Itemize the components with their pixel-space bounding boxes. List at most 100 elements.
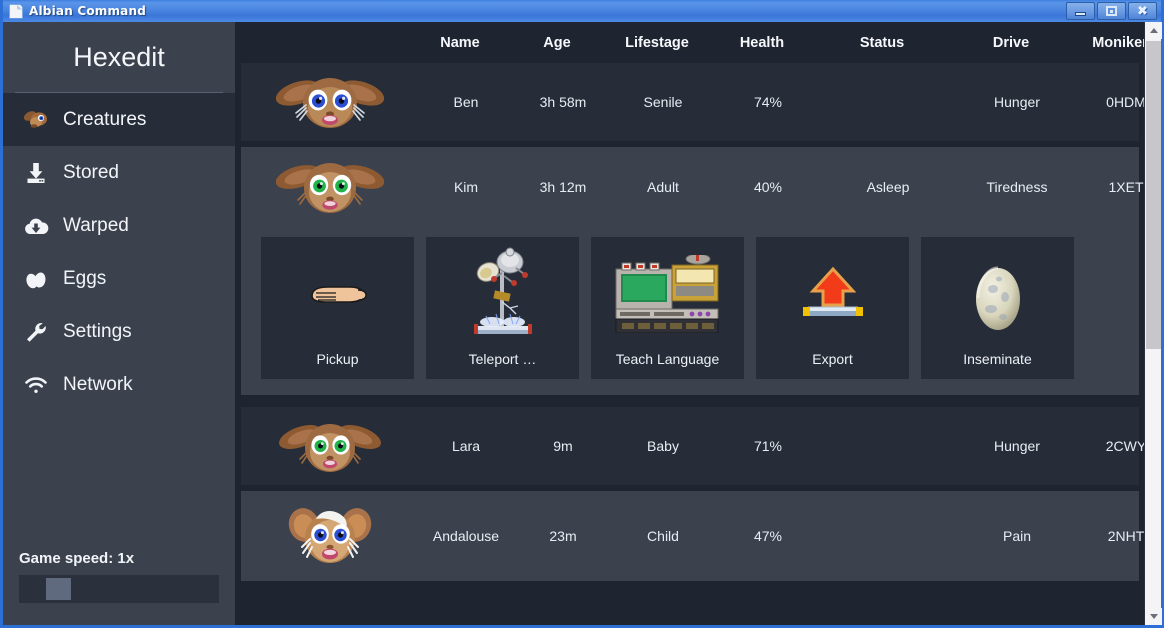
eggs-icon [21,266,51,292]
table-row[interactable]: Kim 3h 12m Adult 40% Asleep Tiredness 1X… [241,147,1144,227]
creature-card[interactable]: Andalouse 23m Child 47% Pain 2NHT [241,491,1144,581]
sidebar-item-stored[interactable]: Stored [3,146,235,199]
cell-lifestage: Senile [643,94,683,110]
column-header-name: Name [440,34,480,51]
cell-health: 71% [753,438,783,454]
action-tile-teleport[interactable]: Teleport … [426,237,579,379]
sidebar-item-label: Stored [63,161,119,183]
cell-health: 74% [753,94,783,110]
cell-drive: Hunger [994,438,1040,454]
window-title: Albian Command [29,4,147,18]
avatar [241,73,419,131]
avatar [241,158,419,216]
export-arrow-icon [756,237,909,351]
cell-lifestage: Child [647,528,679,544]
action-tile-teach-language[interactable]: Teach Language [591,237,744,379]
download-icon [21,160,51,186]
column-header-status: Status [859,34,905,51]
action-tile-inseminate[interactable]: Inseminate [921,237,1074,379]
cell-status: Asleep [866,179,910,195]
action-tile-label: Teach Language [615,351,720,367]
minimize-button[interactable] [1066,2,1095,20]
wifi-icon [21,372,51,398]
teleporter-icon [426,237,579,351]
egg-icon [921,237,1074,351]
column-header-drive: Drive [992,34,1030,51]
game-speed-slider[interactable] [19,575,219,603]
cell-lifestage: Adult [647,179,679,195]
app-window: Albian Command ✖ Hexedit Creatures Store… [0,0,1164,628]
scrollbar-thumb[interactable] [1146,41,1161,349]
table-row[interactable]: Lara 9m Baby 71% Hunger 2CWY [241,407,1146,485]
creature-card[interactable]: Ben 3h 58m Senile 74% Hunger 0HDM [241,63,1146,141]
sidebar-item-label: Network [63,373,133,395]
sidebar-item-network[interactable]: Network [3,358,235,411]
cell-age: 9m [553,438,573,454]
cell-drive: Tiredness [986,179,1048,195]
action-tile-pickup[interactable]: Pickup [261,237,414,379]
close-icon: ✖ [1137,3,1148,19]
hand-icon [261,237,414,351]
title-bar: Albian Command ✖ [3,0,1161,22]
sidebar: Hexedit Creatures Stored Warped Eggs Set… [3,22,235,625]
scroll-up-icon [1149,28,1158,33]
sidebar-item-label: Settings [63,320,132,342]
maximize-button[interactable] [1097,2,1126,20]
cell-age: 23m [549,528,577,544]
app-brand: Hexedit [3,22,235,92]
cloud-download-icon [21,213,51,239]
creature-card[interactable]: Lara 9m Baby 71% Hunger 2CWY [241,407,1146,485]
game-speed-slider-thumb[interactable] [46,578,71,600]
creature-card-selected[interactable]: Kim 3h 12m Adult 40% Asleep Tiredness 1X… [241,147,1144,395]
scroll-down-icon [1149,614,1158,619]
main-panel: Name Age Lifestage Health Status Drive M… [235,22,1162,625]
action-tile-label: Inseminate [963,351,1032,367]
cell-health: 40% [753,179,783,195]
avatar [241,505,419,567]
window-body: Hexedit Creatures Stored Warped Eggs Set… [3,22,1162,625]
vertical-scrollbar[interactable] [1144,22,1162,625]
creature-portrait-ben [276,78,384,128]
wrench-icon [21,319,51,345]
cell-name: Kim [453,179,479,195]
column-header-age: Age [543,34,571,51]
cell-name: Ben [453,94,479,110]
computer-icon [591,237,744,351]
scroll-down-button[interactable] [1145,608,1162,625]
game-speed-label: Game speed: 1x [19,550,135,567]
sidebar-item-warped[interactable]: Warped [3,199,235,252]
table-row[interactable]: Ben 3h 58m Senile 74% Hunger 0HDM [241,63,1146,141]
table-header: Name Age Lifestage Health Status Drive M… [235,22,1161,63]
action-tile-export[interactable]: Export [756,237,909,379]
creature-icon [21,107,51,133]
creature-portrait-lara [279,424,381,472]
sidebar-item-label: Creatures [63,108,147,130]
avatar [241,417,419,475]
close-button[interactable]: ✖ [1128,2,1157,20]
creature-portrait-andalouse [288,508,372,563]
minimize-icon [1075,12,1086,16]
column-header-health: Health [739,34,785,51]
cell-age: 3h 58m [539,94,587,110]
creature-portrait-kim [276,163,384,213]
sidebar-item-settings[interactable]: Settings [3,305,235,358]
sidebar-nav: Creatures Stored Warped Eggs Settings Ne… [3,93,235,411]
document-icon [9,3,23,19]
sidebar-item-creatures[interactable]: Creatures [3,93,235,146]
cell-drive: Hunger [994,94,1040,110]
column-header-lifestage: Lifestage [625,34,689,51]
scroll-up-button[interactable] [1145,22,1162,39]
action-tile-label: Export [812,351,853,367]
cell-age: 3h 12m [539,179,587,195]
creature-list: Ben 3h 58m Senile 74% Hunger 0HDM Kim 3h… [235,63,1161,625]
sidebar-item-eggs[interactable]: Eggs [3,252,235,305]
cell-health: 47% [753,528,783,544]
cell-drive: Pain [1002,528,1032,544]
window-controls: ✖ [1066,2,1159,20]
sidebar-item-label: Warped [63,214,129,236]
action-tile-row: Pickup Teleport … Teach Language Export … [241,227,1139,395]
table-row[interactable]: Andalouse 23m Child 47% Pain 2NHT [241,491,1144,581]
cell-name: Andalouse [432,528,500,544]
action-tile-label: Pickup [316,351,359,367]
